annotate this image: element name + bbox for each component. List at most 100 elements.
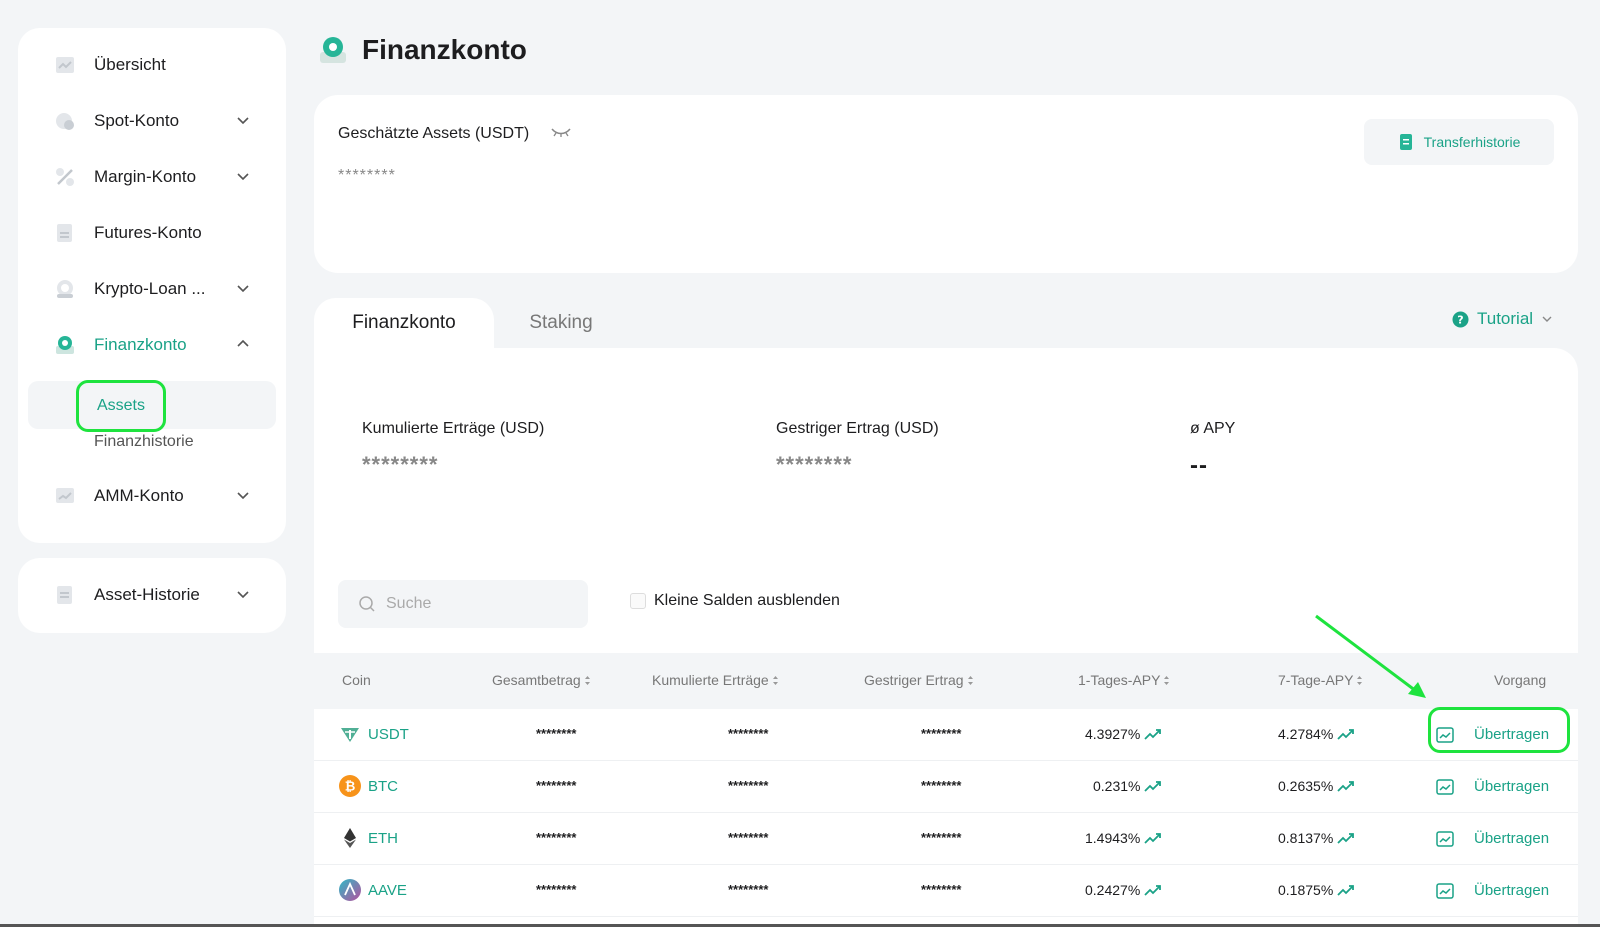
- sidebar-item-label: Futures-Konto: [94, 223, 202, 242]
- cumulative-value: ********: [728, 778, 769, 793]
- chevron-down-icon[interactable]: [236, 281, 250, 295]
- finance-icon: [320, 37, 346, 63]
- hide-small-balances[interactable]: Kleine Salden ausblenden: [630, 592, 840, 610]
- finance-icon: [56, 336, 74, 354]
- stat-value: ********: [776, 452, 853, 477]
- coin-name: BTC: [368, 777, 398, 795]
- col-cumulative[interactable]: Kumulierte Erträge: [652, 672, 779, 688]
- stat-yesterday: Gestriger Ertrag (USD) ********: [776, 420, 939, 478]
- trend-up-icon: [1337, 729, 1355, 740]
- tutorial-dropdown[interactable]: ? Tutorial: [1452, 306, 1553, 332]
- apy-text: 0.2427%: [1085, 882, 1141, 898]
- cumulative-value: ********: [728, 726, 769, 741]
- table-row: ₿ BTC ******** ******** ******** 0.231% …: [314, 761, 1578, 813]
- coin-name: ETH: [368, 829, 398, 847]
- coin-cell[interactable]: ₿ BTC: [338, 774, 398, 798]
- sidebar-item-finanzkonto[interactable]: Finanzkonto: [18, 325, 286, 365]
- col-label: Gestriger Ertrag: [864, 672, 964, 688]
- search-input[interactable]: [386, 595, 566, 613]
- transfer-button[interactable]: Übertragen: [1436, 778, 1549, 795]
- cumulative-value: ********: [728, 830, 769, 845]
- tutorial-label: Tutorial: [1477, 309, 1534, 328]
- apy1-value: 1.4943%: [1085, 830, 1162, 846]
- col-total[interactable]: Gesamtbetrag: [492, 672, 591, 688]
- chevron-up-icon[interactable]: [236, 337, 250, 351]
- trend-up-icon: [1144, 781, 1162, 792]
- help-icon: ?: [1452, 311, 1469, 327]
- stat-avg-apy: ø APY --: [1190, 420, 1235, 480]
- table-row: USDT ******** ******** ******** 4.3927% …: [314, 709, 1578, 761]
- chart-icon: [1436, 778, 1454, 795]
- chevron-down-icon[interactable]: [236, 587, 250, 601]
- sidebar-item-label: AMM-Konto: [94, 486, 184, 505]
- sort-icon: [772, 675, 778, 685]
- col-coin: Coin: [342, 672, 371, 688]
- transfer-button[interactable]: Übertragen: [1436, 882, 1549, 899]
- transfer-label: Übertragen: [1474, 778, 1550, 795]
- aave-icon: [339, 879, 361, 901]
- sidebar-item-futures[interactable]: Futures-Konto: [18, 213, 286, 253]
- sidebar-item-amm[interactable]: AMM-Konto: [18, 476, 286, 516]
- chevron-down-icon: [1542, 316, 1552, 322]
- chevron-down-icon[interactable]: [236, 488, 250, 502]
- eye-closed-icon[interactable]: [550, 125, 572, 139]
- hide-small-checkbox[interactable]: [630, 593, 646, 609]
- sidebar-item-margin[interactable]: Margin-Konto: [18, 157, 286, 197]
- percent-icon: [56, 168, 74, 186]
- col-yesterday[interactable]: Gestriger Ertrag: [864, 672, 974, 688]
- page-header: Finanzkonto: [318, 30, 527, 70]
- coin-cell[interactable]: USDT: [338, 722, 409, 746]
- cumulative-value: ********: [728, 882, 769, 897]
- stat-value: ********: [362, 452, 439, 477]
- apy-text: 0.1875%: [1278, 882, 1334, 898]
- yesterday-value: ********: [921, 830, 962, 845]
- total-value: ********: [536, 830, 577, 845]
- document-icon: [1399, 134, 1412, 150]
- chart-icon: [1436, 726, 1454, 743]
- coin-cell[interactable]: ETH: [338, 826, 398, 850]
- btc-icon: ₿: [339, 775, 361, 797]
- sort-icon: [584, 675, 590, 685]
- apy7-value: 0.2635%: [1278, 778, 1355, 794]
- yesterday-value: ********: [921, 778, 962, 793]
- coin-name: AAVE: [368, 881, 407, 899]
- sidebar-item-asset-historie[interactable]: Asset-Historie: [18, 575, 286, 615]
- trend-up-icon: [1144, 833, 1162, 844]
- apy-text: 1.4943%: [1085, 830, 1141, 846]
- apy1-value: 4.3927%: [1085, 726, 1162, 742]
- coin-name: USDT: [368, 725, 409, 743]
- col-apy1[interactable]: 1-Tages-APY: [1078, 672, 1170, 688]
- total-value: ********: [536, 778, 577, 793]
- chevron-down-icon[interactable]: [236, 113, 250, 127]
- hide-small-label: Kleine Salden ausblenden: [654, 592, 840, 609]
- sidebar-sub-item-finanzhistorie[interactable]: Finanzhistorie: [94, 433, 194, 451]
- stat-label: Gestriger Ertrag (USD): [776, 420, 939, 437]
- sidebar-item-overview[interactable]: Übersicht: [18, 45, 286, 85]
- apy7-value: 4.2784%: [1278, 726, 1355, 742]
- transfer-history-button[interactable]: Transferhistorie: [1364, 119, 1554, 165]
- transfer-button[interactable]: Übertragen: [1436, 830, 1549, 847]
- sidebar-item-label: Spot-Konto: [94, 111, 180, 130]
- apy1-value: 0.2427%: [1085, 882, 1162, 898]
- sidebar: Übersicht Spot-Konto Margin-Konto Future…: [18, 28, 286, 543]
- coin-cell[interactable]: AAVE: [338, 878, 407, 902]
- stat-value: --: [1190, 452, 1208, 479]
- transfer-button[interactable]: Übertragen: [1436, 726, 1549, 743]
- transfer-label: Übertragen: [1474, 882, 1550, 899]
- chevron-down-icon[interactable]: [236, 169, 250, 183]
- eth-icon: [344, 828, 356, 848]
- tab-finanzkonto[interactable]: Finanzkonto: [314, 298, 494, 348]
- sidebar-sub-item-assets[interactable]: Assets: [76, 380, 166, 432]
- sidebar-item-label: Finanzkonto: [94, 335, 187, 354]
- amm-icon: [56, 488, 74, 503]
- transfer-label: Übertragen: [1474, 830, 1550, 847]
- trend-up-icon: [1337, 885, 1355, 896]
- apy-text: 0.231%: [1093, 778, 1141, 794]
- sidebar-item-crypto-loan[interactable]: Krypto-Loan ...: [18, 269, 286, 309]
- tab-staking[interactable]: Staking: [496, 298, 626, 348]
- sidebar-item-label: Margin-Konto: [94, 167, 197, 186]
- chart-icon: [1436, 882, 1454, 899]
- col-label: Gesamtbetrag: [492, 672, 581, 688]
- sidebar-item-spot[interactable]: Spot-Konto: [18, 101, 286, 141]
- page-title: Finanzkonto: [362, 34, 527, 65]
